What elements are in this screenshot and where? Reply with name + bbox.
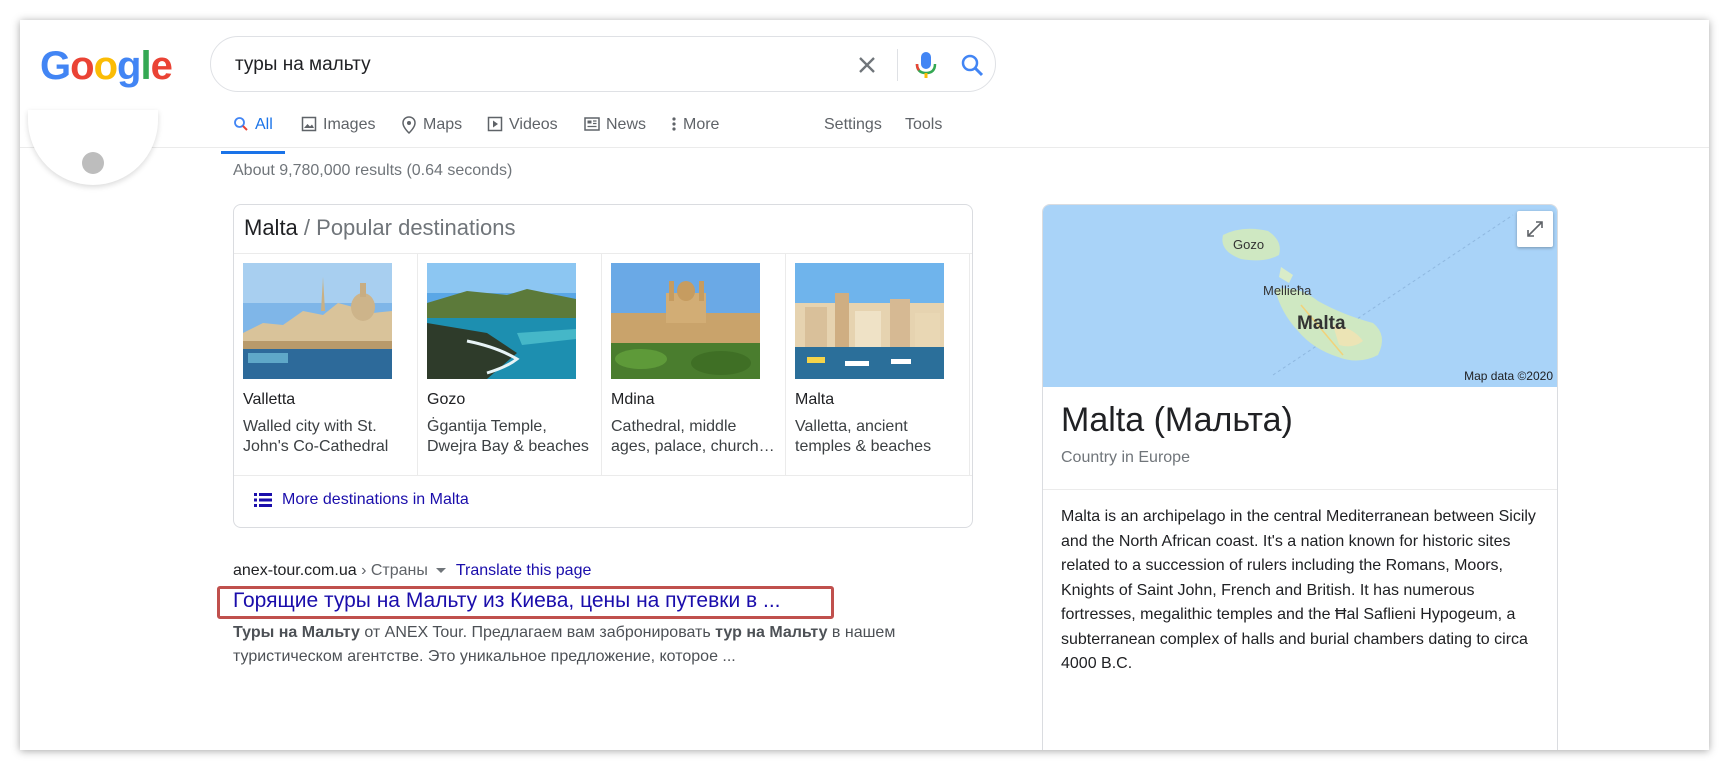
destination-image [427,263,576,379]
destination-name: Mdina [611,391,655,408]
translate-link[interactable]: Translate this page [456,562,591,579]
tab-more[interactable]: More [671,108,719,148]
destination-image [243,263,392,379]
divider [234,475,972,476]
result-stats: About 9,780,000 results (0.64 seconds) [233,162,513,179]
destination-desc: Cathedral, middle ages, palace, church… [611,418,775,455]
tab-label: Images [323,116,376,133]
tab-label: News [606,116,647,133]
browser-page: Google A [20,20,1709,750]
destination-desc: Valletta, ancient temples & beaches [795,418,932,455]
destinations-country[interactable]: Malta [244,215,298,240]
destination-item-valletta[interactable]: Valletta Walled city with St. John's Co-… [234,253,418,475]
tab-label: All [255,116,273,133]
logo-letter: l [140,44,151,88]
result-title-link[interactable]: Горящие туры на Мальту из Киева, цены на… [233,589,833,613]
settings-link[interactable]: Settings [824,116,882,134]
map-label-mellieha: Mellieħa [1263,283,1312,298]
kp-description: Malta is an archipelago in the central M… [1061,508,1536,672]
map[interactable]: Gozo Mellieħa Malta Map data ©2020 [1043,205,1557,387]
tab-label: Maps [423,116,463,133]
destination-item-gozo[interactable]: Gozo Ġgantija Temple, Dwejra Bay & beach… [418,253,602,475]
microphone-icon[interactable] [911,49,941,81]
search-divider [897,49,898,81]
destination-image [795,263,944,379]
destination-image [611,263,760,379]
destinations-subtitle: / Popular destinations [303,215,516,240]
result-breadcrumb: › Страны [361,562,428,579]
divider [1043,489,1557,490]
aperture-icon [82,152,104,174]
result-snippet: Туры на Мальту от ANEX Tour. Предлагаем … [233,621,903,669]
destination-name: Valletta [243,391,296,408]
image-icon [301,116,317,132]
tab-videos[interactable]: Videos [487,108,558,148]
map-attribution: Map data ©2020 [1464,369,1553,383]
news-icon [584,117,600,131]
more-destinations-label: More destinations in Malta [282,491,469,508]
result-domain[interactable]: anex-tour.com.ua [233,562,357,579]
tab-label: More [683,116,720,133]
popular-destinations-card: Malta / Popular destinations Valletta Wa… [233,204,973,528]
logo-letter: G [40,44,71,88]
tools-link[interactable]: Tools [905,116,942,134]
more-vert-icon [672,117,676,131]
kp-subtitle: Country in Europe [1061,449,1190,466]
tab-maps[interactable]: Maps [401,108,462,148]
search-input[interactable] [235,51,835,79]
result-url: anex-tour.com.ua › Страны Translate this … [233,562,591,580]
destination-item-malta[interactable]: Malta Valletta, ancient temples & beache… [786,253,970,475]
map-pin-icon [402,116,416,134]
destination-desc: Walled city with St. John's Co-Cathedral [243,418,389,455]
search-box[interactable] [210,36,996,92]
tab-news[interactable]: News [584,108,646,148]
knowledge-panel: Gozo Mellieħa Malta Map data ©2020 Malta… [1042,204,1558,750]
header-divider [20,147,1709,148]
tab-all[interactable]: All [221,108,285,154]
map-label-malta: Malta [1297,313,1346,334]
logo-letter: g [117,44,141,88]
expand-icon[interactable] [1517,211,1553,247]
list-icon [254,493,272,507]
map-label-gozo: Gozo [1233,237,1265,252]
play-icon [487,116,503,132]
snippet-text: от ANEX Tour. Предлагаем вам забронирова… [359,624,716,641]
destination-item-mdina[interactable]: Mdina Cathedral, middle ages, palace, ch… [602,253,786,475]
logo-letter: o [70,44,94,88]
kp-title: Malta (Мальта) [1061,401,1293,439]
snippet-bold: тур на Мальту [715,624,828,641]
caret-down-icon[interactable] [435,568,446,574]
destination-name: Malta [795,391,835,408]
destinations-title: Malta / Popular destinations [244,215,516,241]
logo-letter: e [150,44,173,88]
destination-desc: Ġgantija Temple, Dwejra Bay & beaches [427,418,589,455]
result-title-text: Горящие туры на Мальту из Киева, цены на… [233,589,781,612]
tab-label: Videos [509,116,558,133]
logo-letter: o [93,44,118,88]
side-bubble [28,110,158,185]
more-destinations-link[interactable]: More destinations in Malta [254,491,469,509]
google-logo[interactable]: Google [40,44,173,89]
snippet-bold: Туры на Мальту [233,624,360,641]
close-icon[interactable] [853,51,881,79]
search-icon [234,117,248,131]
tab-images[interactable]: Images [301,108,375,148]
destination-name: Gozo [427,391,466,408]
search-icon[interactable] [957,49,987,81]
